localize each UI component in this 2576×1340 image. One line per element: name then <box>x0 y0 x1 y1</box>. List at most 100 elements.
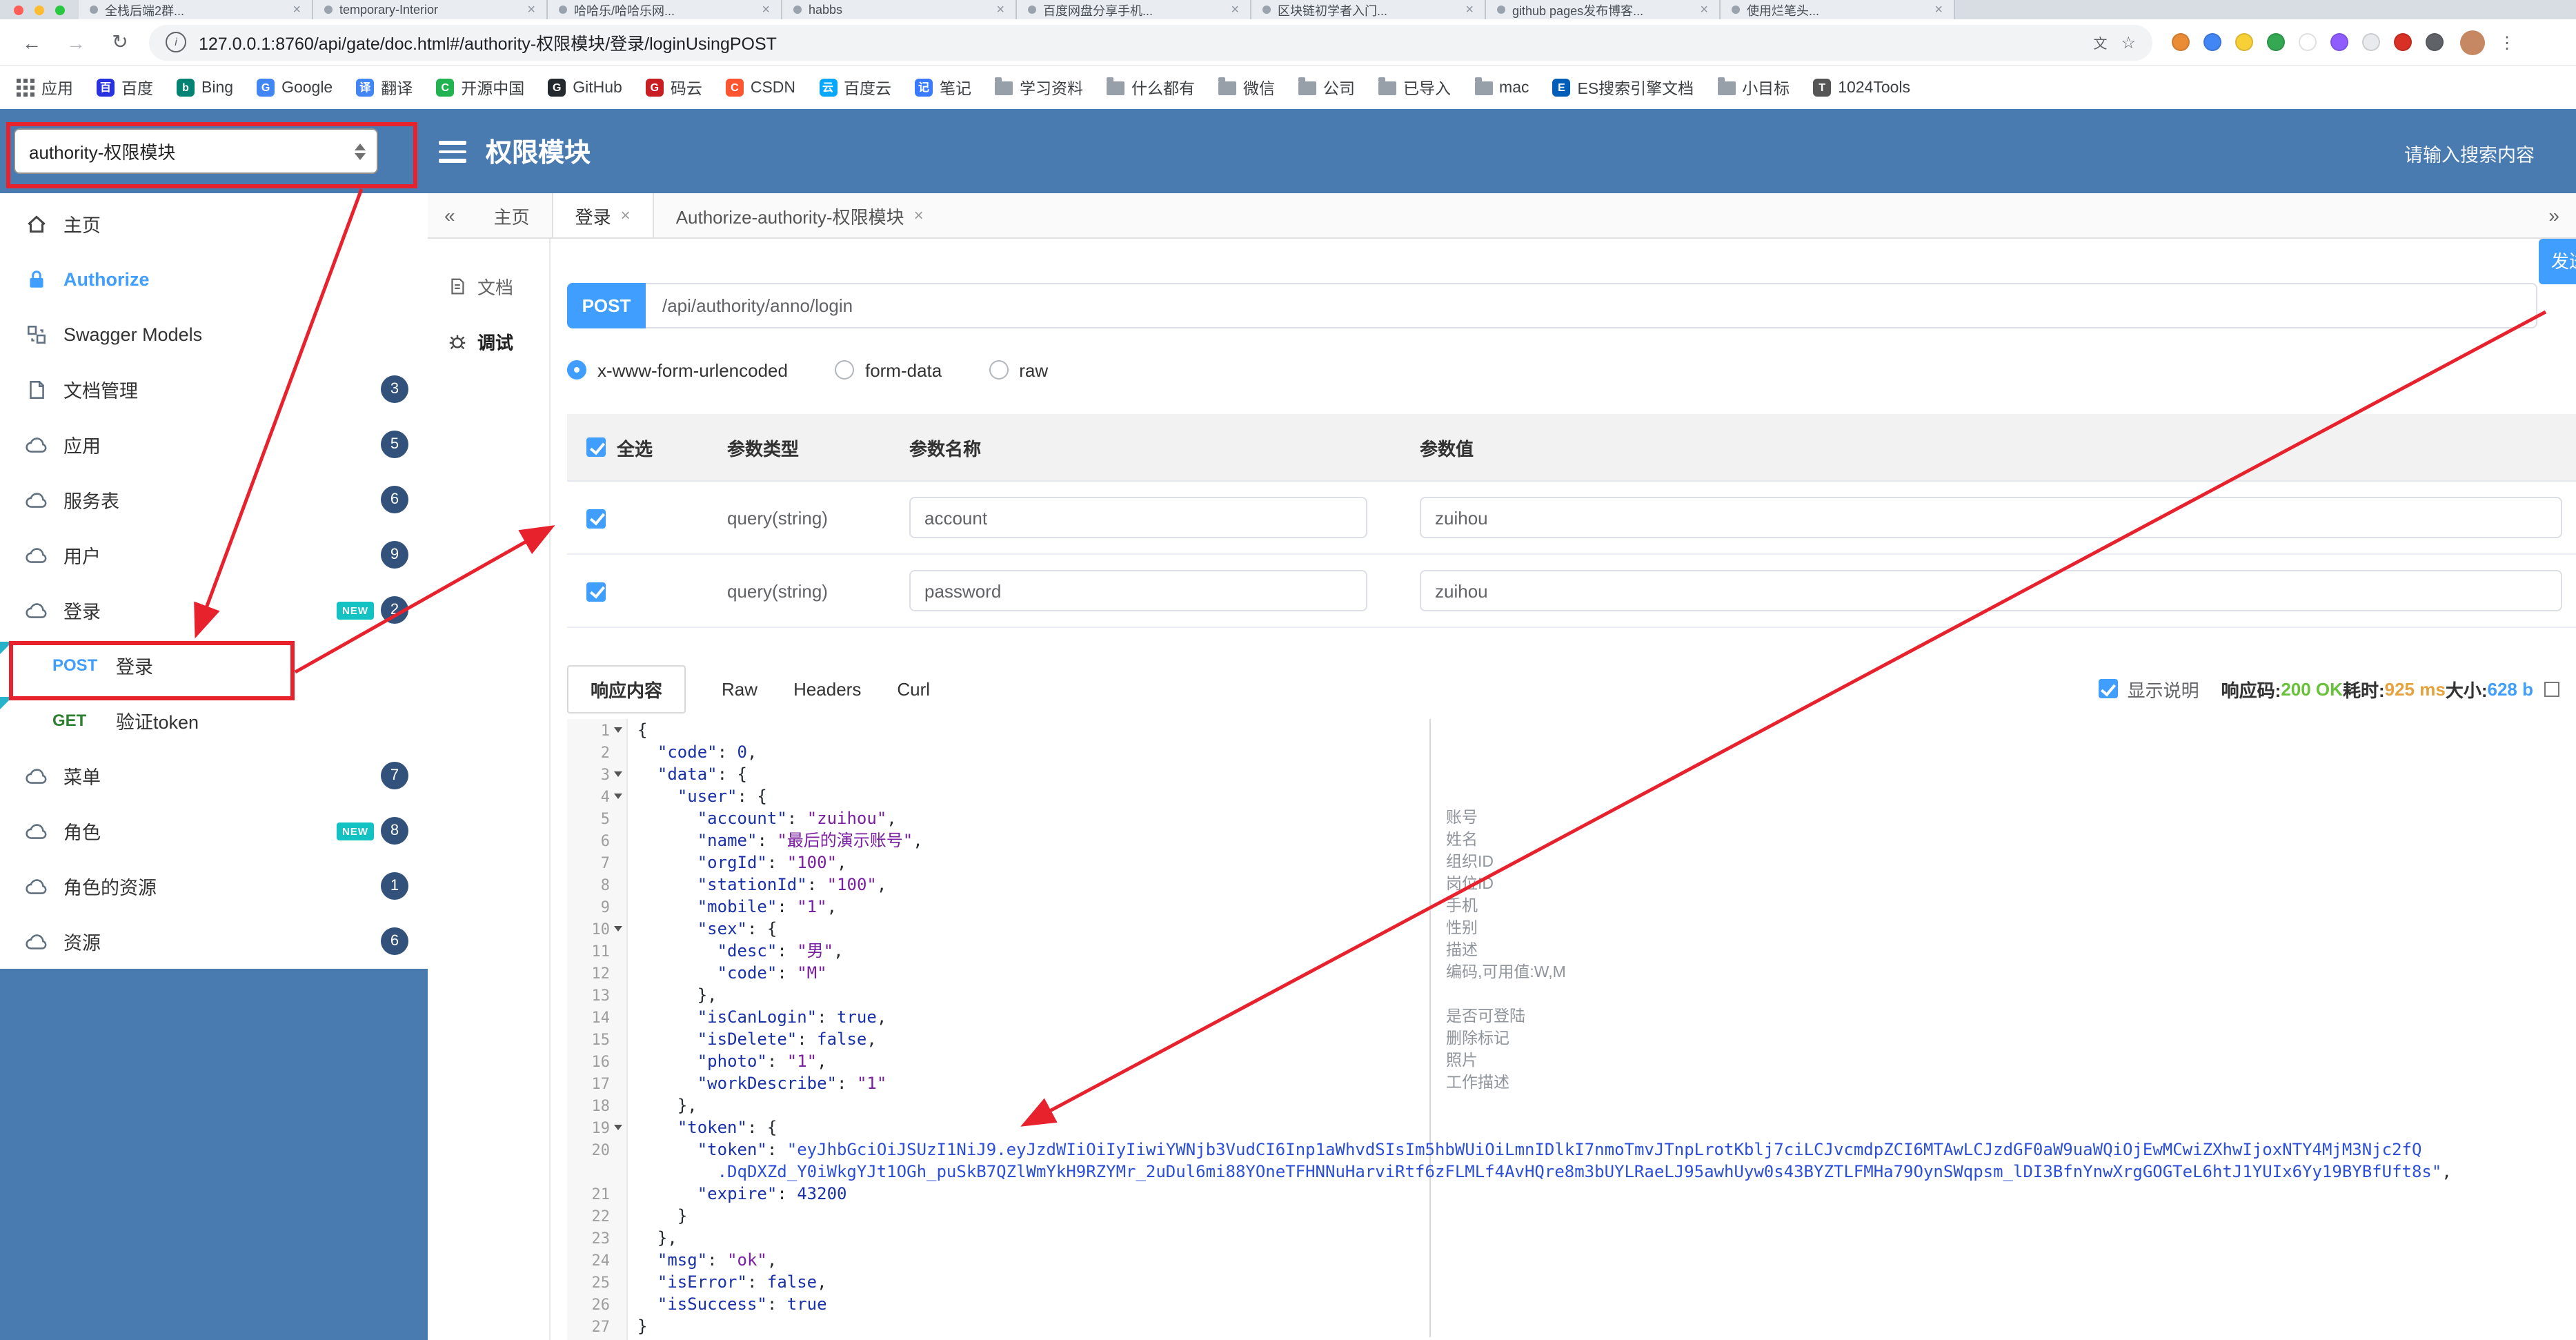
bookmark-item[interactable]: G Google <box>257 79 333 97</box>
service-select[interactable]: authority-权限模块 <box>14 128 378 174</box>
extension-icon-3[interactable] <box>2235 33 2253 51</box>
bookmark-item[interactable]: E ES搜索引擎文档 <box>1552 77 1694 99</box>
bookmark-item[interactable]: 译翻译 <box>356 77 413 99</box>
show-description-checkbox[interactable] <box>2098 679 2118 698</box>
bookmark-item[interactable]: 记笔记 <box>915 77 971 99</box>
fold-caret-icon[interactable] <box>614 1125 622 1130</box>
extension-icon-6[interactable] <box>2330 33 2348 51</box>
sidebar-item-role-resource[interactable]: 角色的资源 1 <box>0 858 428 914</box>
extension-icon-9[interactable] <box>2426 33 2444 51</box>
fold-caret-icon[interactable] <box>614 727 622 733</box>
extension-icon-4[interactable] <box>2267 33 2285 51</box>
header-search-input[interactable]: 请输入搜索内容 <box>2404 139 2535 167</box>
browser-tab[interactable]: 百度网盘分享手机... × <box>1017 0 1251 19</box>
doc-nav-docs[interactable]: 文档 <box>428 258 549 313</box>
param-name-input[interactable] <box>909 570 1367 611</box>
browser-tab[interactable]: temporary-Interior × <box>313 0 548 19</box>
bookmark-item[interactable]: 什么都有 <box>1107 77 1195 99</box>
radio-raw[interactable]: raw <box>989 359 1048 380</box>
bookmark-item[interactable]: b Bing <box>177 79 233 97</box>
sidebar-item-post-login[interactable]: POST 登录 <box>0 638 428 693</box>
sidebar-item-get-verify-token[interactable]: GET 验证token <box>0 693 428 748</box>
sidebar-item-service-table[interactable]: 服务表 6 <box>0 472 428 527</box>
browser-tab[interactable]: habbs × <box>782 0 1017 19</box>
expand-tabs-icon[interactable]: » <box>2532 204 2576 226</box>
bookmark-item[interactable]: 学习资料 <box>995 77 1083 99</box>
tab-home[interactable]: 主页 <box>472 193 552 237</box>
tab-raw[interactable]: Raw <box>722 678 757 699</box>
extension-icon-5[interactable] <box>2299 33 2317 51</box>
page-info-icon[interactable]: i <box>166 32 186 52</box>
sidebar-item-swagger-models[interactable]: Swagger Models <box>0 306 428 362</box>
close-tab-icon[interactable]: × <box>1700 2 1708 17</box>
forward-icon[interactable]: → <box>63 31 88 53</box>
sidebar-item-login[interactable]: 登录 NEW 2 <box>0 582 428 638</box>
browser-tab[interactable]: github pages发布博客... × <box>1486 0 1721 19</box>
close-tab-icon[interactable]: × <box>1231 2 1239 17</box>
bookmark-item[interactable]: 已导入 <box>1378 77 1451 99</box>
bookmark-item[interactable]: 公司 <box>1298 77 1355 99</box>
bookmark-item[interactable]: 微信 <box>1218 77 1275 99</box>
radio-x-www-form-urlencoded[interactable]: x-www-form-urlencoded <box>567 359 788 380</box>
select-all-checkbox[interactable] <box>586 437 606 457</box>
reload-icon[interactable]: ↻ <box>108 30 132 54</box>
menu-toggle-icon[interactable] <box>439 141 466 168</box>
close-tab-icon[interactable]: × <box>996 2 1004 17</box>
sidebar-item-home[interactable]: 主页 <box>0 196 428 251</box>
bookmark-item[interactable]: G GitHub <box>548 79 622 97</box>
browser-tab[interactable]: 哈哈乐/哈哈乐网... × <box>548 0 782 19</box>
translate-icon[interactable]: 文 <box>2093 32 2107 52</box>
extension-icon-2[interactable] <box>2203 33 2221 51</box>
close-tab-icon[interactable]: × <box>621 206 631 225</box>
fold-caret-icon[interactable] <box>614 794 622 799</box>
sidebar-item-resource[interactable]: 资源 6 <box>0 914 428 969</box>
bookmark-item[interactable]: C 开源中国 <box>436 77 524 99</box>
close-tab-icon[interactable]: × <box>762 2 770 17</box>
back-icon[interactable]: ← <box>19 31 44 53</box>
bookmark-item[interactable]: 小目标 <box>1717 77 1790 99</box>
tab-authorize-authority[interactable]: Authorize-authority-权限模块 × <box>654 193 946 237</box>
bookmark-item[interactable]: 云百度云 <box>819 77 891 99</box>
collapse-tabs-icon[interactable]: « <box>428 204 472 226</box>
send-button[interactable]: 发送 <box>2539 239 2576 284</box>
close-tab-icon[interactable]: × <box>527 2 535 17</box>
browser-tab[interactable]: 使用烂笔头... × <box>1721 0 1955 19</box>
browser-tab[interactable]: 全栈后端2群... × <box>79 0 313 19</box>
extension-icon-8[interactable] <box>2394 33 2412 51</box>
browser-tab[interactable]: 区块链初学者入门... × <box>1251 0 1486 19</box>
bookmark-item[interactable]: 百百度 <box>97 77 153 99</box>
param-value-input[interactable] <box>1420 497 2562 538</box>
bookmark-item[interactable]: G 码云 <box>645 77 702 99</box>
row-checkbox[interactable] <box>586 582 606 602</box>
show-description-toggle[interactable]: 显示说明 <box>2098 676 2199 702</box>
extension-icon-7[interactable] <box>2362 33 2380 51</box>
doc-nav-debug[interactable]: 调试 <box>428 313 549 368</box>
gutter-line[interactable]: 3 <box>567 763 626 785</box>
window-close-button[interactable] <box>14 5 23 14</box>
tab-response-content[interactable]: 响应内容 <box>567 664 686 713</box>
tab-headers[interactable]: Headers <box>793 678 861 699</box>
bookmark-item[interactable]: mac <box>1474 77 1529 96</box>
profile-avatar[interactable] <box>2460 30 2485 55</box>
sidebar-item-doc-manage[interactable]: 文档管理 3 <box>0 362 428 417</box>
close-tab-icon[interactable]: × <box>1465 2 1474 17</box>
close-tab-icon[interactable]: × <box>293 2 301 17</box>
sidebar-item-menu[interactable]: 菜单 7 <box>0 748 428 803</box>
window-zoom-button[interactable] <box>55 5 65 14</box>
sidebar-item-role[interactable]: 角色 NEW 8 <box>0 803 428 858</box>
gutter-line[interactable]: 1 <box>567 719 626 741</box>
request-url-input[interactable]: /api/authority/anno/login <box>646 283 2537 328</box>
param-name-input[interactable] <box>909 497 1367 538</box>
tab-login[interactable]: 登录 × <box>551 193 654 237</box>
sidebar-item-app[interactable]: 应用 5 <box>0 417 428 472</box>
gutter-line[interactable]: 10 <box>567 918 626 940</box>
sidebar-item-user[interactable]: 用户 9 <box>0 527 428 582</box>
row-checkbox[interactable] <box>586 509 606 529</box>
fullscreen-icon[interactable] <box>2544 681 2559 696</box>
bookmark-item[interactable]: 应用 <box>17 77 73 99</box>
extension-icon-1[interactable] <box>2172 33 2190 51</box>
radio-form-data[interactable]: form-data <box>834 359 942 380</box>
param-value-input[interactable] <box>1420 570 2562 611</box>
window-minimize-button[interactable] <box>34 5 44 14</box>
sidebar-item-authorize[interactable]: Authorize <box>0 251 428 306</box>
